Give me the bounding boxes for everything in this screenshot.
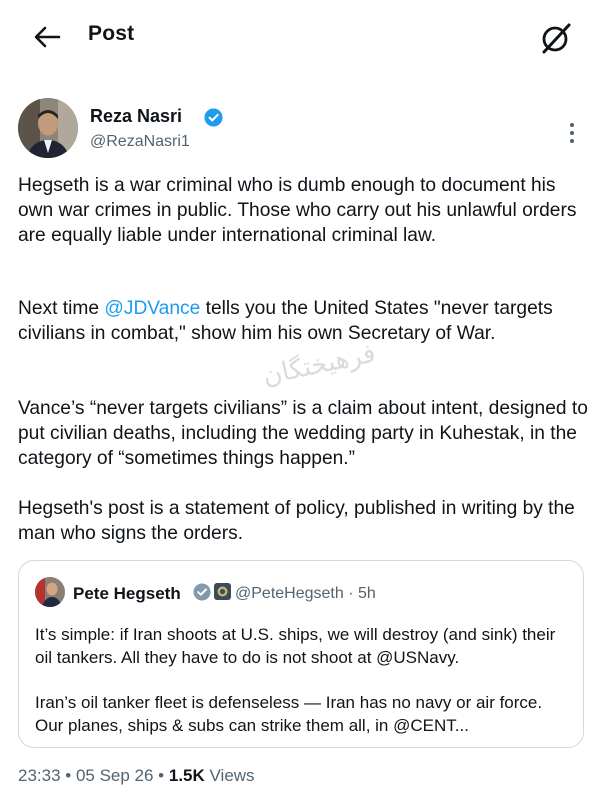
quoted-handle-time: @PeteHegseth · 5h <box>235 585 376 602</box>
quoted-paragraph: Iran’s oil tanker fleet is defenseless —… <box>35 693 543 735</box>
avatar[interactable] <box>18 98 78 158</box>
post-paragraph: Hegseth is a war criminal who is dumb en… <box>18 175 577 246</box>
author-handle[interactable]: @RezaNasri1 <box>90 133 190 151</box>
verified-badge-icon <box>193 583 211 601</box>
post-timestamp[interactable]: 23:33 • 05 Sep 26 • <box>18 766 169 785</box>
back-arrow-icon[interactable] <box>30 20 64 54</box>
quoted-author-name: Pete Hegseth <box>73 584 181 603</box>
post-author: Reza Nasri @RezaNasri1 <box>18 98 584 164</box>
post-paragraph: Hegseth's post is a statement of policy,… <box>18 498 575 544</box>
affiliation-badge-icon <box>214 583 231 600</box>
post-paragraph: Next time @JDVance tells you the United … <box>18 296 588 346</box>
top-bar: Post <box>0 0 602 72</box>
quoted-avatar <box>35 577 65 607</box>
watermark: فرهیختگان <box>260 338 379 392</box>
post-paragraph: Vance’s “never targets civilians” is a c… <box>18 398 588 469</box>
more-options-icon[interactable] <box>562 120 582 146</box>
verified-badge-icon <box>204 108 223 127</box>
author-name[interactable]: Reza Nasri <box>90 106 182 127</box>
views-label: Views <box>204 766 255 785</box>
page-title: Post <box>88 22 135 45</box>
post-text-segment: Next time <box>18 298 105 319</box>
post-meta: 23:33 • 05 Sep 26 • 1.5K Views <box>18 766 255 786</box>
grok-icon[interactable] <box>538 20 574 56</box>
mention-link[interactable]: @JDVance <box>104 298 200 319</box>
quoted-post[interactable]: Pete Hegseth @PeteHegseth · 5h It’s simp… <box>18 560 584 748</box>
views-count: 1.5K <box>168 766 205 785</box>
quoted-paragraph: It’s simple: if Iran shoots at U.S. ship… <box>35 625 556 667</box>
